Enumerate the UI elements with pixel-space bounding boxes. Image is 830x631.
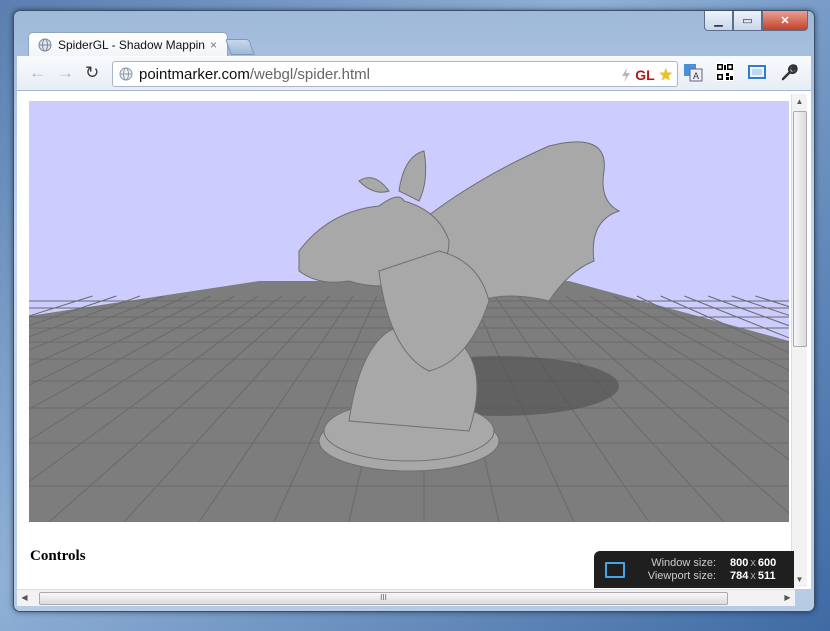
- controls-heading: Controls: [30, 548, 86, 564]
- tab-title: SpiderGL - Shadow Mappin: [58, 38, 205, 52]
- viewport-size-value: 784 x 511: [730, 570, 776, 582]
- new-tab-button[interactable]: [225, 39, 255, 55]
- url-text: pointmarker.com/webgl/spider.html: [139, 66, 370, 83]
- scroll-left-icon[interactable]: ◀: [17, 590, 32, 605]
- bookmark-star-icon[interactable]: ★: [659, 65, 673, 85]
- toolbar: ← → ↻ pointmarker.com/webgl/spider.html …: [17, 56, 811, 91]
- viewport-size-label: Viewport size:: [647, 570, 716, 582]
- tab-spidergl[interactable]: SpiderGL - Shadow Mappin ×: [28, 32, 228, 57]
- wrench-icon[interactable]: [779, 62, 799, 82]
- scroll-right-icon[interactable]: ▶: [780, 590, 795, 605]
- scroll-up-icon[interactable]: ▲: [792, 94, 807, 109]
- url-host: pointmarker.com: [139, 65, 250, 83]
- qr-code-icon[interactable]: [715, 62, 735, 82]
- page-globe-icon: [119, 67, 133, 81]
- globe-icon: [38, 38, 52, 52]
- svg-text:A: A: [693, 71, 699, 81]
- horizontal-scroll-thumb[interactable]: III: [39, 592, 728, 605]
- horizontal-scrollbar[interactable]: ◀ III ▶: [17, 589, 795, 606]
- vertical-scrollbar[interactable]: ▲ ▼: [791, 94, 807, 587]
- tab-close-icon[interactable]: ×: [210, 38, 217, 52]
- url-path: /webgl/spider.html: [249, 65, 370, 83]
- page-content: Controls ▲ ▼ Window size: 800 x 600 Viewpo…: [17, 91, 811, 589]
- webgl-canvas[interactable]: [29, 101, 789, 522]
- scroll-down-icon[interactable]: ▼: [792, 572, 807, 587]
- translate-icon[interactable]: A: [683, 62, 703, 82]
- caption-buttons: ▁ ▭ ✕: [704, 11, 808, 31]
- window-size-row: Window size: 800 x 600: [638, 557, 788, 569]
- window-size-value: 800 x 600: [730, 557, 777, 569]
- vertical-scroll-thumb[interactable]: [793, 111, 807, 347]
- resize-monitor-icon: [605, 562, 625, 578]
- reload-button[interactable]: ↻: [85, 63, 99, 83]
- lightning-icon[interactable]: [621, 68, 631, 82]
- browser-window: ▁ ▭ ✕ SpiderGL - Shadow Mappin × ← → ↻ p…: [13, 10, 815, 612]
- window-resizer-overlay: Window size: 800 x 600 Viewport size: 784 x…: [594, 551, 794, 588]
- forward-button[interactable]: →: [57, 63, 74, 83]
- window-size-label: Window size:: [651, 557, 716, 569]
- gl-badge[interactable]: GL: [635, 67, 654, 83]
- maximize-button[interactable]: ▭: [733, 11, 762, 31]
- back-button[interactable]: ←: [29, 63, 46, 83]
- viewport-size-row: Viewport size: 784 x 511: [638, 570, 788, 582]
- close-window-button[interactable]: ✕: [762, 11, 808, 31]
- window-resizer-icon[interactable]: [747, 62, 767, 82]
- address-bar[interactable]: pointmarker.com/webgl/spider.html GL ★: [112, 61, 678, 87]
- minimize-button[interactable]: ▁: [704, 11, 733, 31]
